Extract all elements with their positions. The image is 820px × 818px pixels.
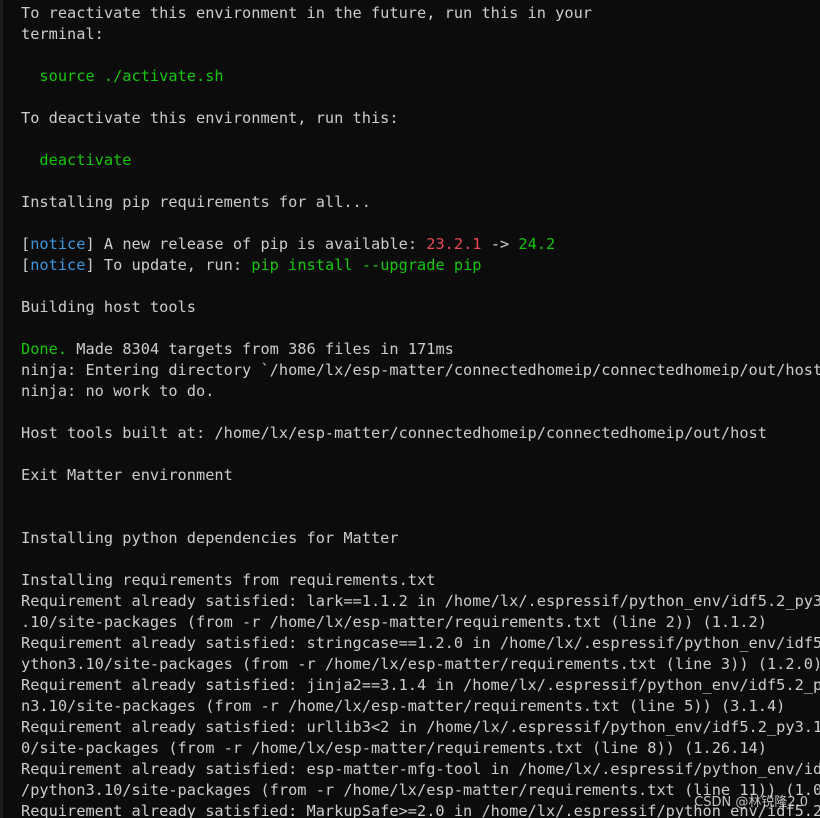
terminal-text-segment: ] To update, run: [85, 256, 252, 274]
terminal-text-segment: Installing python dependencies for Matte… [21, 529, 399, 547]
terminal-output: To reactivate this environment in the fu… [21, 3, 820, 818]
terminal-text-segment: 24.2 [518, 235, 556, 253]
terminal-text-segment: Host tools built at: /home/lx/esp-matter… [21, 424, 767, 442]
terminal-text-segment: ninja: no work to do. [21, 382, 215, 400]
terminal-line: ninja: Entering directory `/home/lx/esp-… [21, 360, 820, 381]
terminal-line: Done. Made 8304 targets from 386 files i… [21, 339, 820, 360]
watermark: CSDN @林锐隆2.0 [694, 795, 808, 810]
terminal-text-segment: n3.10/site-packages (from -r /home/lx/es… [21, 697, 786, 715]
terminal-line: Installing pip requirements for all... [21, 192, 820, 213]
terminal-text-segment: notice [30, 235, 86, 253]
terminal-line: Installing python dependencies for Matte… [21, 528, 820, 549]
terminal-text-segment: Building host tools [21, 298, 196, 316]
terminal-text-segment: .10/site-packages (from -r /home/lx/esp-… [21, 613, 767, 631]
terminal-line: Host tools built at: /home/lx/esp-matter… [21, 423, 820, 444]
terminal-line: Requirement already satisfied: stringcas… [21, 633, 820, 654]
terminal-text-segment: Done. [21, 340, 68, 358]
terminal-line: [notice] A new release of pip is availab… [21, 234, 820, 255]
terminal-text-segment: deactivate [21, 151, 132, 169]
terminal-line: 0/site-packages (from -r /home/lx/esp-ma… [21, 738, 820, 759]
terminal-line: Requirement already satisfied: urllib3<2… [21, 717, 820, 738]
terminal-line: Installing requirements from requirement… [21, 570, 820, 591]
terminal-text-segment: Requirement already satisfied: jinja2==3… [21, 676, 820, 694]
terminal-line: Requirement already satisfied: jinja2==3… [21, 675, 820, 696]
terminal-text-segment: source ./activate.sh [21, 67, 224, 85]
terminal-text-segment: Made 8304 targets from 386 files in 171m… [67, 340, 454, 358]
terminal-line: Requirement already satisfied: lark==1.1… [21, 591, 820, 612]
terminal-text-segment: To deactivate this environment, run this… [21, 109, 399, 127]
terminal-text-segment: Requirement already satisfied: esp-matte… [21, 760, 820, 778]
terminal-line: Building host tools [21, 297, 820, 318]
terminal-line: .10/site-packages (from -r /home/lx/esp-… [21, 612, 820, 633]
terminal-text-segment: [ [21, 256, 31, 274]
terminal-text-segment: terminal: [21, 25, 104, 43]
terminal-text-segment: Requirement already satisfied: lark==1.1… [21, 592, 820, 610]
terminal-line: source ./activate.sh [21, 66, 820, 87]
terminal-text-segment: 23.2.1 [426, 235, 482, 253]
terminal-text-segment: ninja: Entering directory `/home/lx/esp-… [21, 361, 820, 379]
terminal-text-segment: To reactivate this environment in the fu… [21, 4, 592, 22]
terminal-text-segment: Requirement already satisfied: stringcas… [21, 634, 820, 652]
terminal-text-segment: pip install --upgrade pip [251, 256, 482, 274]
terminal-line: Exit Matter environment [21, 465, 820, 486]
terminal-line: ython3.10/site-packages (from -r /home/l… [21, 654, 820, 675]
terminal-text-segment: Installing requirements from requirement… [21, 571, 436, 589]
terminal-text-segment: [ [21, 235, 31, 253]
terminal-text-segment: -> [481, 235, 519, 253]
terminal-text-segment: Exit Matter environment [21, 466, 233, 484]
terminal-text-segment: 0/site-packages (from -r /home/lx/esp-ma… [21, 739, 767, 757]
terminal-line: n3.10/site-packages (from -r /home/lx/es… [21, 696, 820, 717]
terminal-line: [notice] To update, run: pip install --u… [21, 255, 820, 276]
terminal-line: deactivate [21, 150, 820, 171]
terminal-text-segment: Installing pip requirements for all... [21, 193, 371, 211]
terminal-line: To reactivate this environment in the fu… [21, 3, 820, 24]
terminal-text-segment: Requirement already satisfied: urllib3<2… [21, 718, 820, 736]
window-left-border [0, 0, 3, 818]
terminal-text-segment: ython3.10/site-packages (from -r /home/l… [21, 655, 820, 673]
terminal-line: ninja: no work to do. [21, 381, 820, 402]
terminal-window[interactable]: To reactivate this environment in the fu… [0, 0, 820, 818]
terminal-line: Requirement already satisfied: esp-matte… [21, 759, 820, 780]
terminal-text-segment: ] A new release of pip is available: [85, 235, 427, 253]
terminal-line: terminal: [21, 24, 820, 45]
terminal-line: To deactivate this environment, run this… [21, 108, 820, 129]
terminal-text-segment: notice [30, 256, 86, 274]
